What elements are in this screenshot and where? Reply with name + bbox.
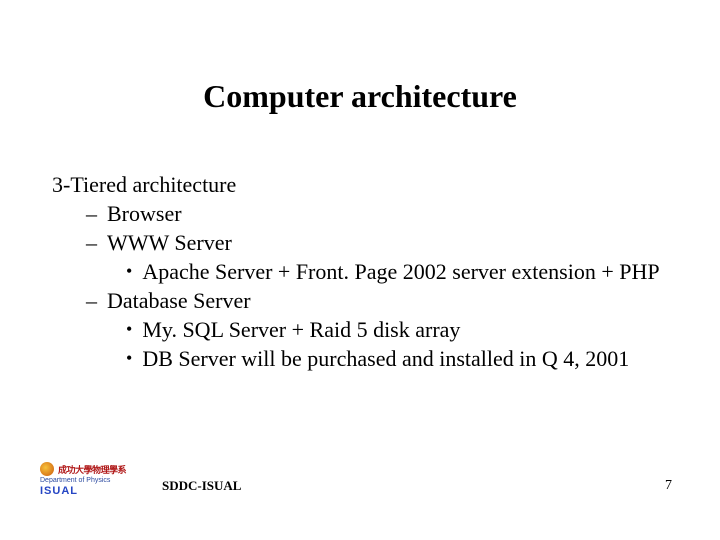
dash-bullet: –: [86, 286, 97, 315]
list-item: • Apache Server + Front. Page 2002 serve…: [126, 257, 680, 286]
dot-bullet: •: [126, 257, 132, 286]
list-item: 3-Tiered architecture: [52, 170, 680, 199]
list-item: – Database Server: [86, 286, 680, 315]
list-item-text: My. SQL Server + Raid 5 disk array: [142, 315, 680, 344]
list-item-text: DB Server will be purchased and installe…: [142, 344, 680, 373]
page-number: 7: [665, 478, 672, 494]
list-item: • My. SQL Server + Raid 5 disk array: [126, 315, 680, 344]
list-item-text: 3-Tiered architecture: [52, 170, 680, 199]
dot-bullet: •: [126, 315, 132, 344]
list-item: • DB Server will be purchased and instal…: [126, 344, 680, 373]
dash-bullet: –: [86, 199, 97, 228]
logo-top-row: 成功大學物理學系: [40, 462, 150, 476]
slide: Computer architecture 3-Tiered architect…: [0, 0, 720, 540]
list-item: – WWW Server: [86, 228, 680, 257]
list-item-text: Database Server: [107, 286, 680, 315]
flame-icon: [40, 462, 54, 476]
footer-label: SDDC-ISUAL: [162, 478, 241, 494]
list-item: – Browser: [86, 199, 680, 228]
slide-body: 3-Tiered architecture – Browser – WWW Se…: [52, 170, 680, 373]
slide-footer: 成功大學物理學系 Department of Physics ISUAL SDD…: [0, 458, 720, 498]
list-item-text: WWW Server: [107, 228, 680, 257]
list-item-text: Apache Server + Front. Page 2002 server …: [142, 257, 680, 286]
logo-chinese-text: 成功大學物理學系: [58, 463, 126, 476]
list-item-text: Browser: [107, 199, 680, 228]
slide-title: Computer architecture: [0, 78, 720, 115]
logo-isual-text: ISUAL: [40, 485, 150, 497]
dash-bullet: –: [86, 228, 97, 257]
footer-logo: 成功大學物理學系 Department of Physics ISUAL: [40, 462, 150, 498]
dot-bullet: •: [126, 344, 132, 373]
logo-dept-text: Department of Physics: [40, 477, 150, 484]
